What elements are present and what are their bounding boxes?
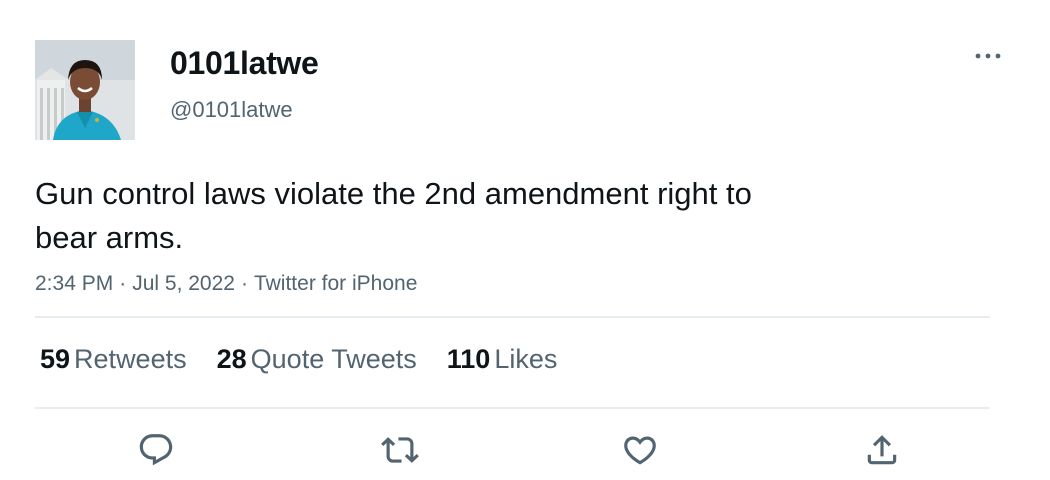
- tweet-date[interactable]: Jul 5, 2022: [132, 272, 235, 295]
- more-horizontal-icon[interactable]: [972, 46, 1004, 66]
- user-handle[interactable]: @0101latwe: [170, 97, 293, 123]
- profile-photo: [35, 40, 135, 140]
- share-button[interactable]: [860, 428, 904, 472]
- tweet-time[interactable]: 2:34 PM: [35, 272, 113, 295]
- display-name[interactable]: 0101latwe: [170, 44, 319, 82]
- likes-count: 110: [446, 344, 491, 374]
- meta-separator: ·: [119, 272, 127, 295]
- divider: [35, 316, 990, 318]
- avatar[interactable]: [35, 40, 135, 140]
- tweet-text-line: bear arms.: [35, 220, 184, 255]
- retweets-count: 59: [40, 344, 71, 374]
- engagement-stats: 59 Retweets 28 Quote Tweets 110 Likes: [40, 341, 557, 377]
- likes-label: Likes: [494, 344, 558, 374]
- heart-icon: [624, 436, 656, 465]
- retweets-stat[interactable]: 59 Retweets: [40, 341, 187, 377]
- retweet-button[interactable]: [378, 428, 422, 472]
- divider: [35, 407, 990, 409]
- reply-button[interactable]: [134, 428, 178, 472]
- reply-icon: [139, 434, 173, 466]
- retweets-label: Retweets: [74, 344, 187, 374]
- quote-tweets-count: 28: [216, 344, 247, 374]
- share-icon: [867, 435, 897, 465]
- tweet-text: Gun control laws violate the 2nd amendme…: [35, 172, 915, 260]
- tweet-metadata: 2:34 PM · Jul 5, 2022 · Twitter for iPhone: [35, 271, 417, 297]
- retweet-icon: [381, 437, 419, 463]
- likes-stat[interactable]: 110 Likes: [447, 341, 558, 377]
- tweet-source[interactable]: Twitter for iPhone: [254, 272, 417, 295]
- quote-tweets-label: Quote Tweets: [250, 344, 417, 374]
- like-button[interactable]: [618, 428, 662, 472]
- meta-separator: ·: [240, 272, 248, 295]
- quote-tweets-stat[interactable]: 28 Quote Tweets: [217, 341, 417, 377]
- tweet-text-line: Gun control laws violate the 2nd amendme…: [35, 176, 752, 211]
